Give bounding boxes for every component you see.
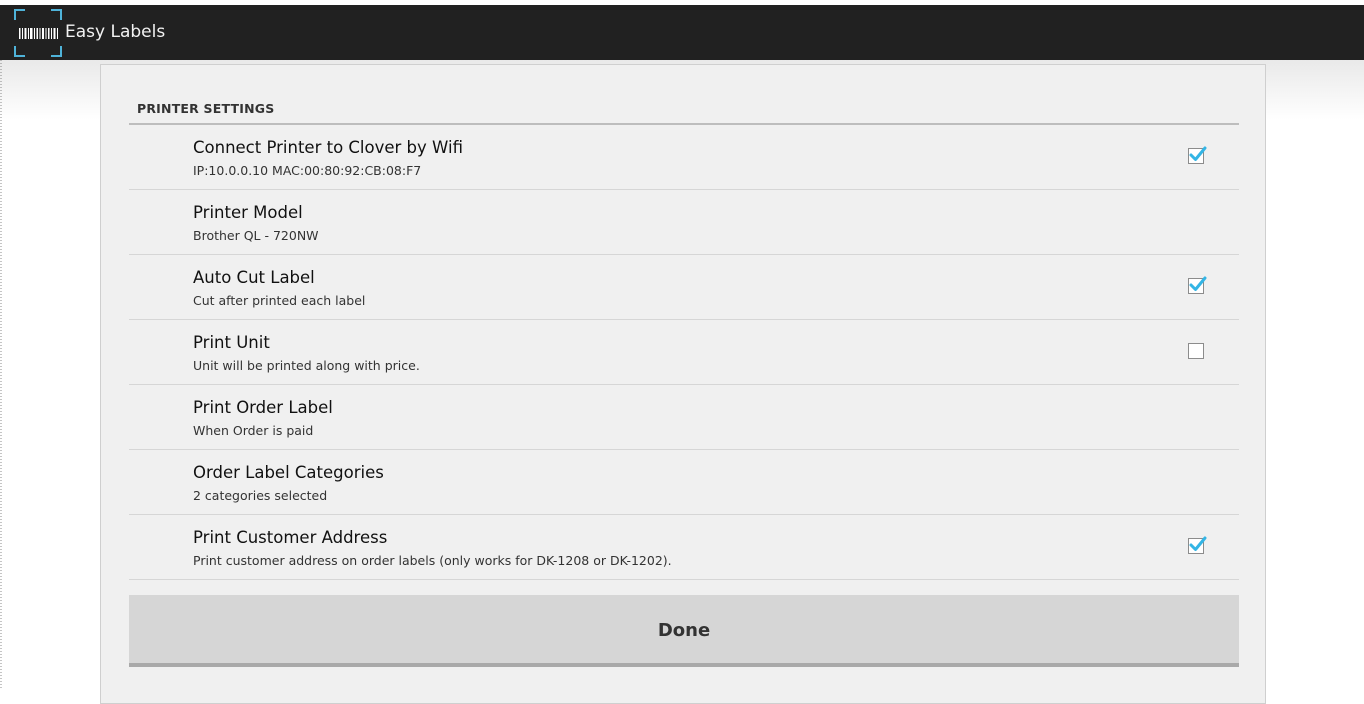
action-bar: Easy Labels <box>0 5 1364 61</box>
pref-print-customer-address[interactable]: Print Customer Address Print customer ad… <box>129 515 1239 580</box>
pref-title: Print Unit <box>193 333 270 352</box>
pref-title: Connect Printer to Clover by Wifi <box>193 138 463 157</box>
settings-dialog: PRINTER SETTINGS Connect Printer to Clov… <box>100 64 1266 704</box>
done-button-label: Done <box>657 620 711 641</box>
pref-order-label-categories[interactable]: Order Label Categories 2 categories sele… <box>129 450 1239 515</box>
pref-summary: When Order is paid <box>193 423 314 438</box>
pref-title: Auto Cut Label <box>193 268 315 287</box>
pref-summary: Cut after printed each label <box>193 293 366 308</box>
pref-print-unit[interactable]: Print Unit Unit will be printed along wi… <box>129 320 1239 385</box>
pref-summary: Brother QL - 720NW <box>193 228 319 243</box>
checkbox-print-unit[interactable] <box>1188 343 1204 359</box>
window-edge <box>0 60 2 689</box>
barcode-scan-icon[interactable] <box>14 9 62 57</box>
pref-summary: Print customer address on order labels (… <box>193 553 672 568</box>
pref-title: Order Label Categories <box>193 463 384 482</box>
section-header: PRINTER SETTINGS <box>129 101 1239 125</box>
section-header-label: PRINTER SETTINGS <box>137 101 275 116</box>
checkbox-connect-printer-wifi[interactable] <box>1188 146 1207 164</box>
pref-title: Print Order Label <box>193 398 333 417</box>
pref-title: Print Customer Address <box>193 528 388 547</box>
pref-printer-model[interactable]: Printer Model Brother QL - 720NW <box>129 190 1239 255</box>
pref-connect-printer-wifi[interactable]: Connect Printer to Clover by Wifi IP:10.… <box>129 125 1239 190</box>
app-title: Easy Labels <box>65 22 166 42</box>
checkbox-print-customer-address[interactable] <box>1188 536 1207 554</box>
checkmark-icon <box>1189 276 1207 291</box>
done-button[interactable]: Done <box>129 595 1239 667</box>
pref-summary: Unit will be printed along with price. <box>193 358 420 373</box>
pref-title: Printer Model <box>193 203 303 222</box>
pref-summary: 2 categories selected <box>193 488 328 503</box>
checkbox-auto-cut-label[interactable] <box>1188 276 1207 294</box>
pref-auto-cut-label[interactable]: Auto Cut Label Cut after printed each la… <box>129 255 1239 320</box>
checkmark-icon <box>1189 146 1207 161</box>
pref-print-order-label[interactable]: Print Order Label When Order is paid <box>129 385 1239 450</box>
pref-summary: IP:10.0.0.10 MAC:00:80:92:CB:08:F7 <box>193 163 422 178</box>
checkmark-icon <box>1189 536 1207 551</box>
